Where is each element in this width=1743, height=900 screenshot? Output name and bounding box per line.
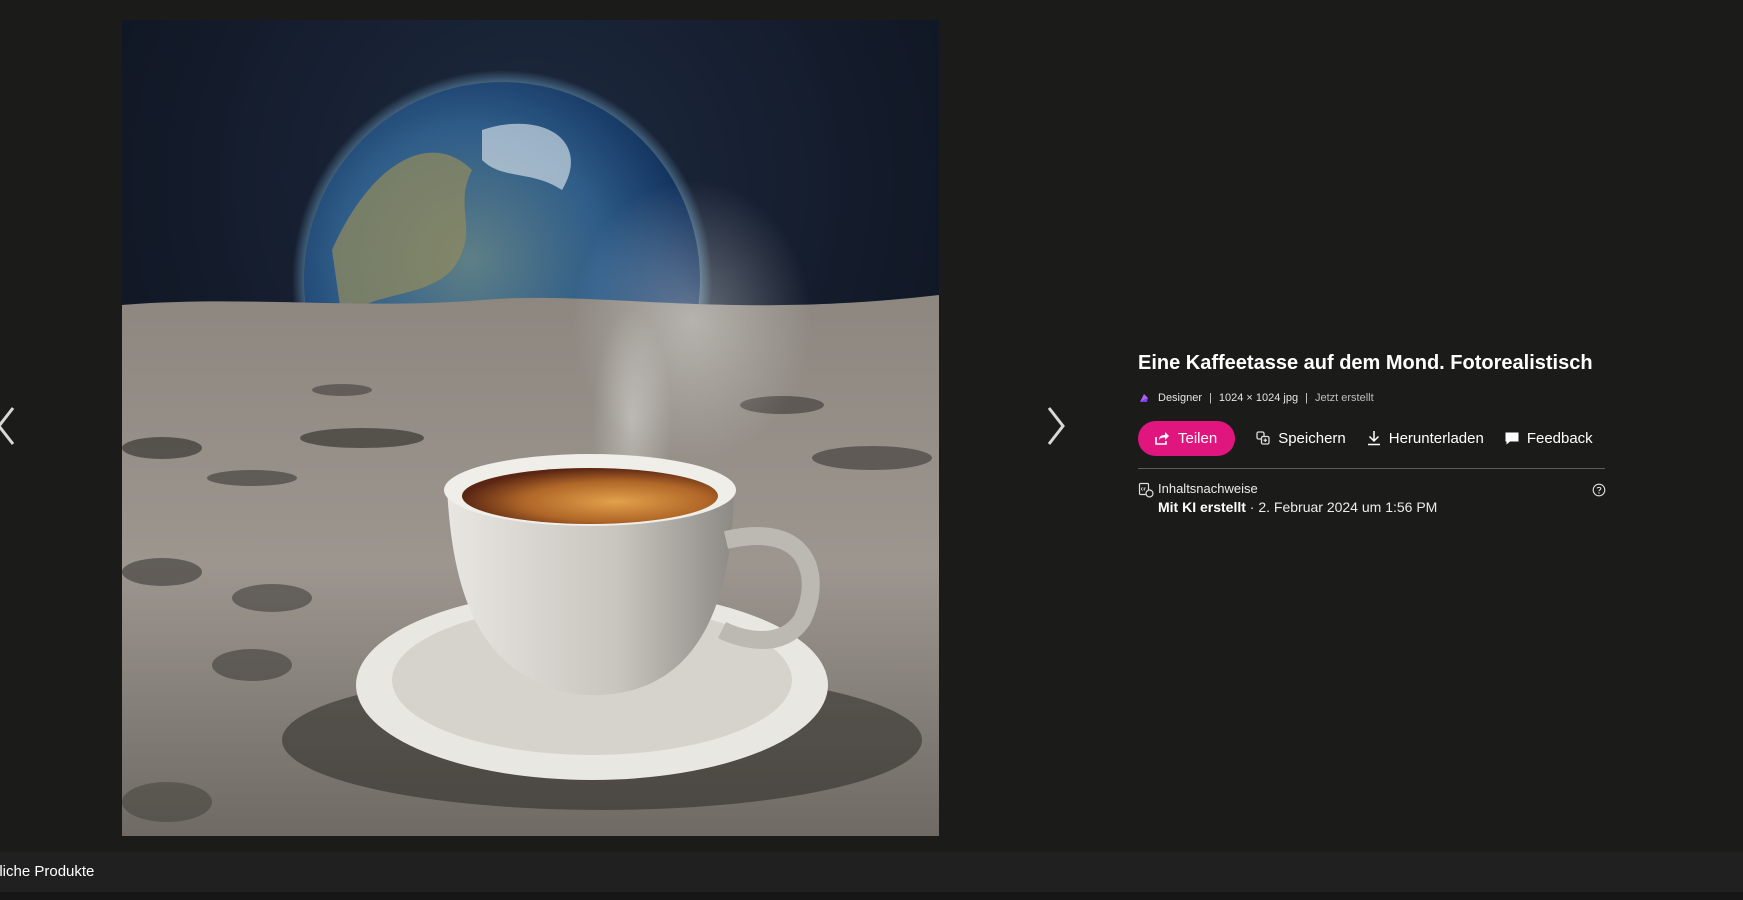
feedback-button[interactable]: Feedback: [1504, 430, 1593, 447]
bottom-strip: [0, 892, 1743, 900]
related-products-label: nliche Produkte: [0, 863, 95, 880]
ai-generated-label: Mit KI erstellt: [1158, 499, 1246, 515]
download-button[interactable]: Herunterladen: [1366, 430, 1484, 447]
feedback-label: Feedback: [1526, 429, 1593, 447]
share-icon: [1155, 432, 1169, 445]
dimensions-label: 1024 × 1024 jpg: [1218, 392, 1299, 404]
credentials-text: Inhaltsnachweise Mit KI erstellt · 2. Fe…: [1158, 481, 1437, 516]
content-credentials: cr Inhaltsnachweise Mit KI erstellt · 2.…: [1138, 481, 1606, 516]
action-bar: Teilen Speichern Herunterladen Feedback: [1138, 420, 1606, 456]
chevron-left-icon: [0, 407, 15, 445]
share-button[interactable]: Teilen: [1138, 420, 1236, 456]
image-title: Eine Kaffeetasse auf dem Mond. Fotoreali…: [1138, 352, 1593, 374]
content-credentials-icon: cr: [1138, 482, 1154, 498]
generated-image[interactable]: [122, 20, 939, 836]
help-icon[interactable]: [1592, 483, 1606, 497]
related-products-bar[interactable]: nliche Produkte: [0, 852, 1743, 892]
credentials-label: Inhaltsnachweise: [1158, 481, 1258, 496]
next-image-button[interactable]: [1036, 400, 1076, 452]
image-meta: Designer | 1024 × 1024 jpg | Jetzt erste…: [1138, 390, 1606, 406]
share-label: Teilen: [1178, 429, 1218, 447]
chevron-right-icon: [1047, 407, 1065, 445]
source-label: Designer: [1158, 392, 1203, 404]
download-icon: [1367, 431, 1380, 446]
download-label: Herunterladen: [1388, 429, 1484, 447]
designer-icon: [1140, 394, 1148, 402]
credentials-detail: Mit KI erstellt · 2. Februar 2024 um 1:5…: [1158, 498, 1437, 516]
image-details-panel: Eine Kaffeetasse auf dem Mond. Fotoreali…: [1138, 350, 1606, 516]
divider: [1138, 468, 1605, 469]
save-label: Speichern: [1278, 429, 1346, 447]
previous-image-button[interactable]: [0, 400, 26, 452]
save-button[interactable]: Speichern: [1255, 430, 1346, 447]
separator: |: [1305, 392, 1308, 404]
feedback-icon: [1505, 432, 1519, 445]
save-icon: [1256, 431, 1270, 445]
created-label: Jetzt erstellt: [1314, 392, 1374, 404]
creation-date: · 2. Februar 2024 um 1:56 PM: [1245, 499, 1438, 515]
separator: |: [1209, 392, 1212, 404]
